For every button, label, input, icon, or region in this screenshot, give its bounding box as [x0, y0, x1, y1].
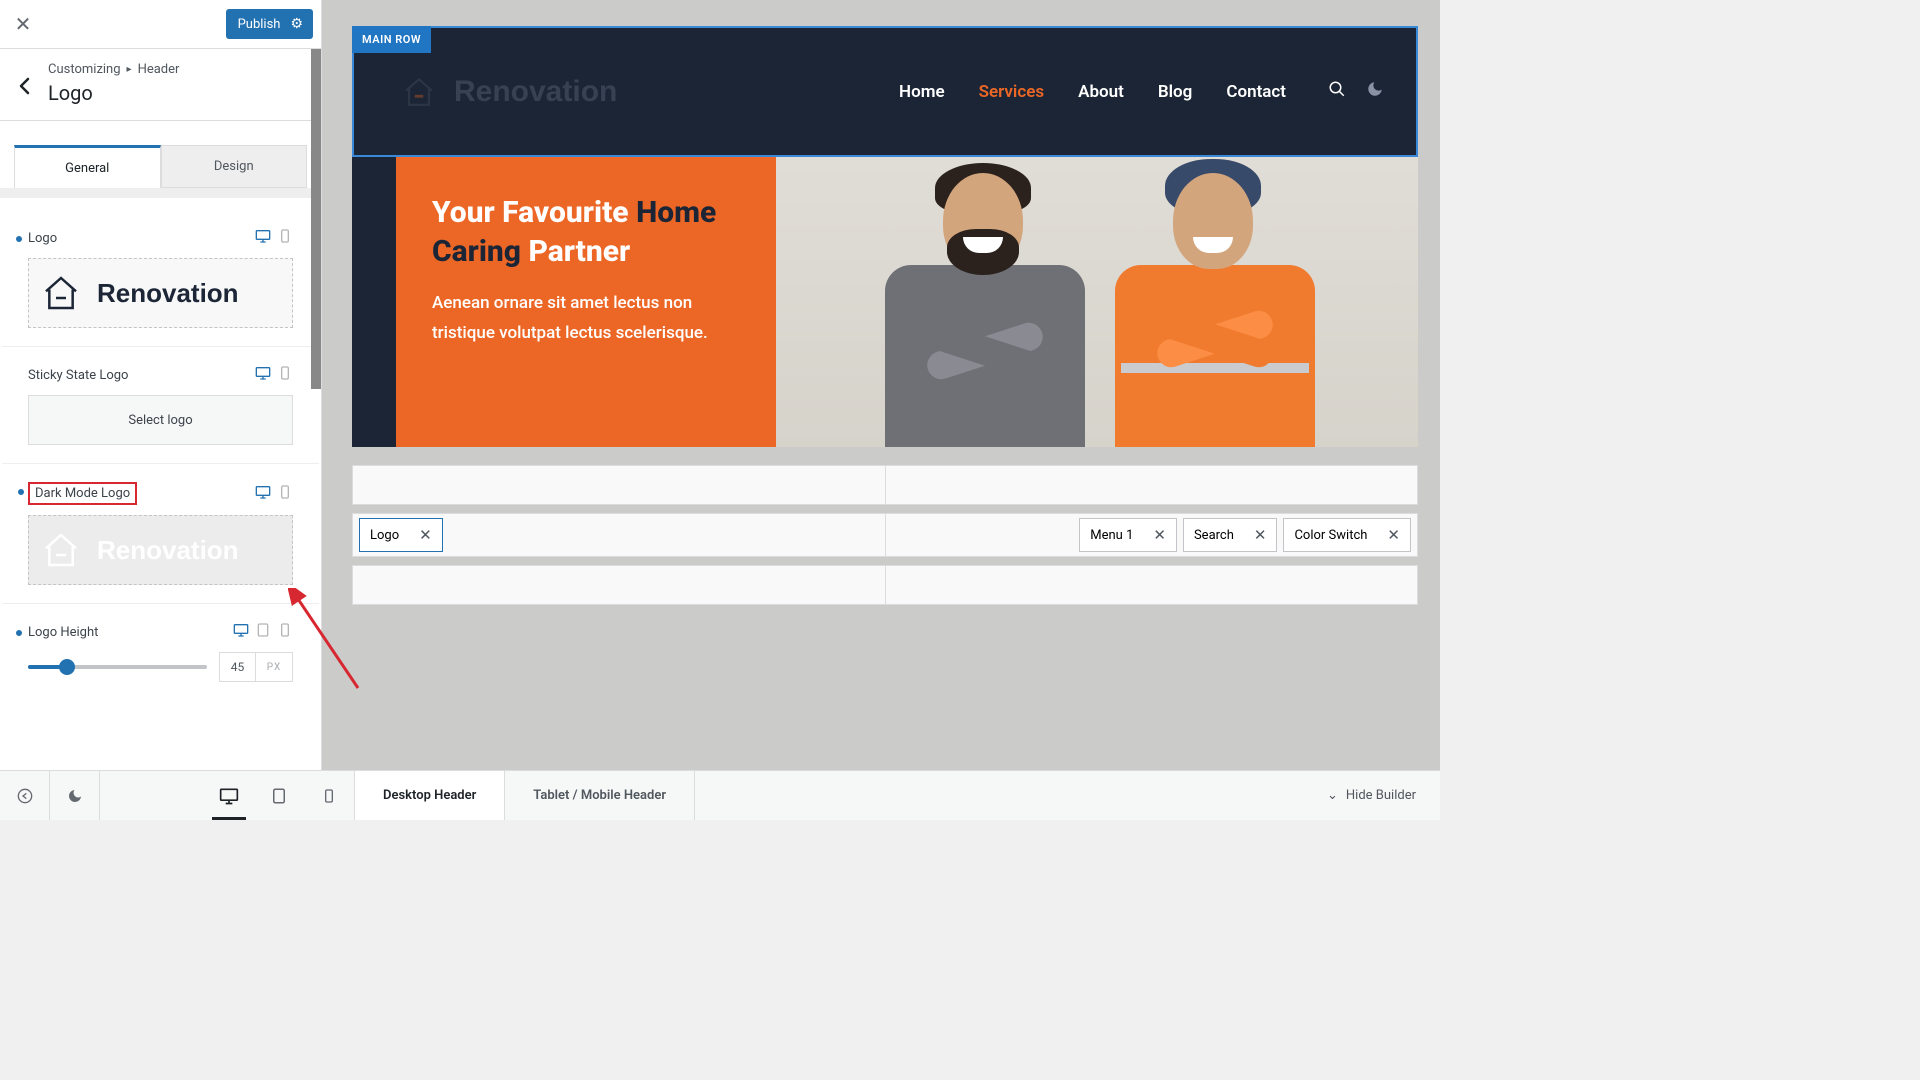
back-button[interactable] — [0, 62, 48, 95]
customizer-sidebar: ✕ Publish ⚙ Customizing ▸ Header Logo Ge… — [0, 0, 322, 770]
publish-button[interactable]: Publish ⚙ — [226, 9, 313, 39]
hero-body: Aenean ornare sit amet lectus non tristi… — [432, 289, 746, 349]
site-header-main-row[interactable]: MAIN ROW Renovation Home Services About … — [352, 26, 1418, 157]
customizer-footer: Desktop Header Tablet / Mobile Header ⌄ … — [0, 770, 1440, 820]
nav-contact[interactable]: Contact — [1226, 82, 1286, 102]
header-builder: Logo ✕ Menu 1✕ Search✕ Color Switch✕ — [352, 465, 1418, 605]
nav-home[interactable]: Home — [899, 82, 945, 102]
tab-design[interactable]: Design — [161, 145, 308, 188]
builder-chip-search[interactable]: Search✕ — [1183, 518, 1278, 552]
hero-image — [776, 157, 1418, 447]
mobile-icon[interactable] — [277, 622, 293, 642]
remove-icon[interactable]: ✕ — [419, 526, 432, 544]
builder-main-row[interactable]: Logo ✕ Menu 1✕ Search✕ Color Switch✕ — [352, 513, 1418, 557]
tablet-icon[interactable] — [255, 622, 271, 642]
publish-label: Publish — [238, 17, 281, 32]
tab-mobile-header[interactable]: Tablet / Mobile Header — [505, 771, 695, 820]
mobile-icon[interactable] — [277, 365, 293, 385]
builder-chip-color-switch[interactable]: Color Switch✕ — [1283, 518, 1411, 552]
nav-blog[interactable]: Blog — [1158, 82, 1193, 102]
height-value: 45 — [220, 653, 256, 681]
builder-bottom-row[interactable] — [352, 565, 1418, 605]
dark-preview-button[interactable] — [50, 771, 100, 820]
breadcrumb-row: Customizing ▸ Header Logo — [0, 49, 321, 121]
nav-services[interactable]: Services — [979, 82, 1044, 102]
desktop-icon[interactable] — [255, 365, 271, 385]
dark-mode-toggle-icon[interactable] — [1366, 80, 1384, 103]
mobile-icon[interactable] — [277, 484, 293, 504]
height-unit: PX — [256, 662, 292, 673]
tab-general[interactable]: General — [14, 145, 161, 188]
desktop-icon[interactable] — [255, 484, 271, 504]
dark-logo-brand-text: Renovation — [97, 535, 239, 566]
main-row-badge: MAIN ROW — [352, 26, 431, 53]
chevron-down-icon: ⌄ — [1327, 788, 1338, 803]
device-toggle — [255, 228, 293, 248]
breadcrumb-parent: Header — [138, 62, 180, 77]
house-icon — [41, 273, 81, 313]
sidebar-header: ✕ Publish ⚙ — [0, 0, 321, 49]
hero-section: Your Favourite Home Caring Partner Aenea… — [352, 157, 1418, 447]
collapse-button[interactable] — [0, 771, 50, 820]
breadcrumb-root: Customizing — [48, 62, 121, 77]
house-icon — [41, 530, 81, 570]
gear-icon: ⚙ — [290, 16, 303, 32]
preview-scroll[interactable]: MAIN ROW Renovation Home Services About … — [322, 0, 1440, 770]
panel-content[interactable]: Logo Renovation Sticky State Logo — [0, 198, 321, 770]
nav-about[interactable]: About — [1078, 82, 1124, 102]
logo-height-slider[interactable] — [28, 665, 207, 669]
footer-tablet-icon[interactable] — [254, 771, 304, 820]
site-logo[interactable]: Renovation — [402, 75, 617, 109]
remove-icon[interactable]: ✕ — [1153, 526, 1166, 544]
house-icon — [402, 75, 436, 109]
tab-desktop-header[interactable]: Desktop Header — [355, 771, 505, 820]
logo-field-label: Logo — [28, 231, 57, 246]
person-illustration — [1097, 157, 1327, 447]
dark-logo-image-picker[interactable]: Renovation — [28, 515, 293, 585]
logo-height-label: Logo Height — [28, 625, 98, 640]
builder-top-row[interactable] — [352, 465, 1418, 505]
site-brand: Renovation — [454, 75, 617, 109]
desktop-icon[interactable] — [255, 228, 271, 248]
logo-image-picker[interactable]: Renovation — [28, 258, 293, 328]
footer-mobile-icon[interactable] — [304, 771, 354, 820]
dark-mode-logo-label: Dark Mode Logo — [28, 482, 137, 505]
sticky-logo-label: Sticky State Logo — [28, 368, 128, 383]
footer-desktop-icon[interactable] — [204, 771, 254, 820]
mobile-icon[interactable] — [277, 228, 293, 248]
search-icon[interactable] — [1328, 80, 1346, 103]
builder-chip-menu[interactable]: Menu 1✕ — [1079, 518, 1177, 552]
select-sticky-logo-button[interactable]: Select logo — [28, 395, 293, 445]
builder-chip-logo[interactable]: Logo ✕ — [359, 518, 443, 552]
preview-pane: MAIN ROW Renovation Home Services About … — [322, 0, 1440, 770]
logo-brand-text: Renovation — [97, 278, 239, 309]
chevron-left-icon — [19, 77, 30, 95]
panel-tabs: General Design — [0, 121, 321, 188]
logo-height-input[interactable]: 45 PX — [219, 652, 293, 682]
sidebar-scrollbar[interactable] — [311, 49, 321, 389]
primary-nav: Home Services About Blog Contact — [899, 80, 1384, 103]
slider-thumb[interactable] — [59, 659, 75, 675]
close-customizer-button[interactable]: ✕ — [8, 9, 38, 39]
hide-builder-button[interactable]: ⌄ Hide Builder — [1303, 788, 1440, 803]
hero-title: Your Favourite Home Caring Partner — [432, 193, 746, 271]
desktop-icon[interactable] — [233, 622, 249, 642]
remove-icon[interactable]: ✕ — [1254, 526, 1267, 544]
panel-title: Logo — [48, 81, 179, 105]
chevron-right-icon: ▸ — [127, 64, 132, 75]
remove-icon[interactable]: ✕ — [1387, 526, 1400, 544]
person-illustration — [867, 157, 1097, 447]
